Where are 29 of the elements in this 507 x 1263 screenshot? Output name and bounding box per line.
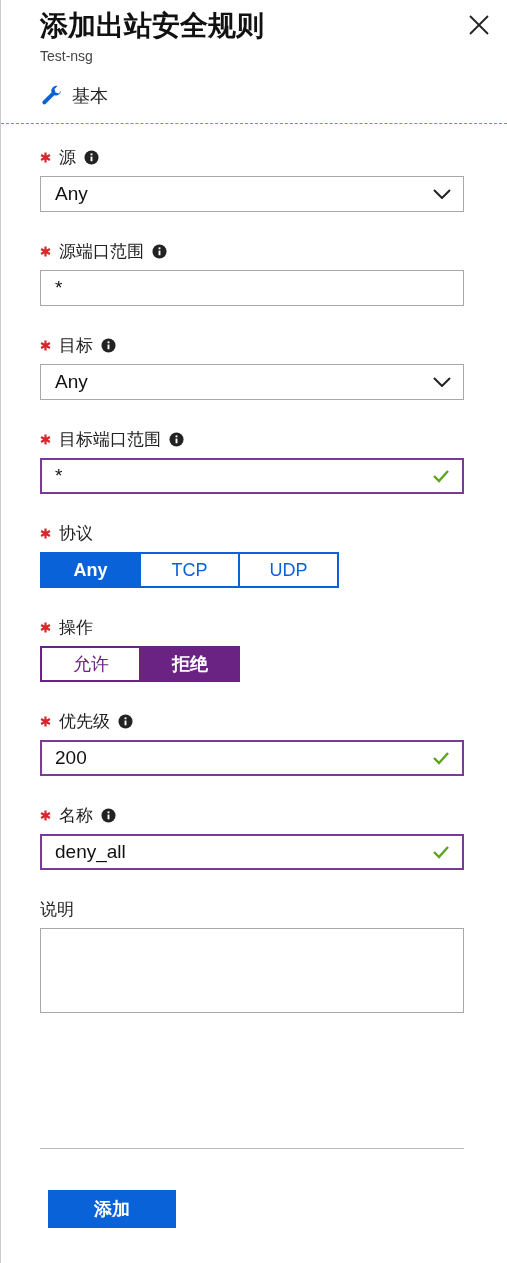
chevron-down-icon — [433, 189, 451, 199]
field-label: 操作 — [59, 616, 93, 639]
field-label: 源端口范围 — [59, 240, 144, 263]
input-field[interactable]: deny_all — [40, 834, 464, 870]
field-label: 说明 — [40, 898, 74, 921]
field-label: 目标端口范围 — [59, 428, 161, 451]
panel-subtitle: Test-nsg — [40, 48, 93, 64]
segment-option[interactable]: 允许 — [40, 646, 141, 682]
field-label: 源 — [59, 146, 76, 169]
segment-option[interactable]: 拒绝 — [139, 646, 240, 682]
segment-option[interactable]: UDP — [238, 552, 339, 588]
segment-option[interactable]: Any — [40, 552, 141, 588]
panel-title: 添加出站安全规则 — [40, 9, 264, 43]
add-button[interactable]: 添加 — [48, 1190, 176, 1228]
input-field[interactable]: * — [40, 458, 464, 494]
field-label: 目标 — [59, 334, 93, 357]
check-icon — [432, 751, 450, 765]
dropdown[interactable]: Any — [40, 364, 464, 400]
field-label: 名称 — [59, 804, 93, 827]
input-field[interactable]: 200 — [40, 740, 464, 776]
section-label: 基本 — [72, 85, 108, 108]
chevron-down-icon — [433, 377, 451, 387]
check-icon — [432, 469, 450, 483]
field-label: 优先级 — [59, 710, 110, 733]
input-field[interactable]: * — [40, 270, 464, 306]
dropdown[interactable]: Any — [40, 176, 464, 212]
field-label: 协议 — [59, 522, 93, 545]
check-icon — [432, 845, 450, 859]
segment-option[interactable]: TCP — [139, 552, 240, 588]
